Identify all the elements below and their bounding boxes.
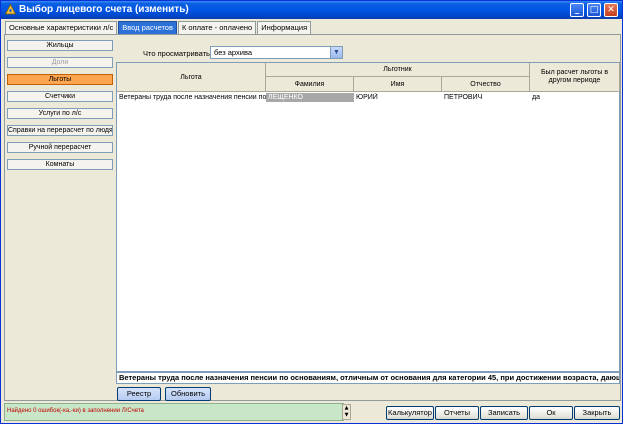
refresh-button[interactable]: Обновить	[165, 387, 211, 401]
sidebar-item-rooms[interactable]: Комнаты	[7, 159, 113, 170]
benefit-description: Ветераны труда после назначения пенсии п…	[116, 372, 620, 384]
filter-value: без архива	[214, 48, 253, 57]
status-bar: Найдено 0 ошибок(-ка,-ки) в заполнении Л…	[4, 403, 344, 421]
sidebar-item-benefits[interactable]: Льготы	[7, 74, 113, 85]
window-title: Выбор лицевого счета (изменить)	[19, 4, 189, 15]
registry-button[interactable]: Реестр	[117, 387, 161, 401]
cell-other-period[interactable]: да	[530, 93, 620, 102]
app-icon	[5, 4, 16, 15]
ok-button[interactable]: Ок	[529, 406, 573, 420]
reports-button[interactable]: Отчеты	[435, 406, 479, 420]
main-window: Выбор лицевого счета (изменить) _ □ ✕ Ос…	[0, 0, 623, 424]
calculator-button[interactable]: Калькулятор	[386, 406, 434, 420]
save-button[interactable]: Записать	[480, 406, 528, 420]
tab-input-calculations[interactable]: Ввод расчетов	[118, 21, 177, 34]
chevron-down-icon[interactable]: ▼	[330, 47, 342, 58]
tab-information[interactable]: Информация	[257, 21, 312, 34]
minimize-button[interactable]: _	[570, 3, 584, 17]
close-button[interactable]: Закрыть	[574, 406, 620, 420]
filter-select[interactable]: без архива ▼	[210, 46, 343, 59]
title-bar[interactable]: Выбор лицевого счета (изменить) _ □ ✕	[1, 1, 622, 19]
sidebar-item-manual-recalc[interactable]: Ручной перерасчет	[7, 142, 113, 153]
tab-strip: Основные характеристики л/с Ввод расчето…	[5, 21, 312, 34]
cell-patronymic[interactable]: ПЕТРОВИЧ	[442, 93, 530, 102]
tab-panel: Жильцы Доли Льготы Счетчики Услуги по л/…	[4, 34, 621, 401]
cell-first-name[interactable]: ЮРИЙ	[354, 93, 442, 102]
header-beneficiary: Льготник	[266, 63, 530, 77]
header-benefit[interactable]: Льгота	[117, 63, 266, 92]
maximize-button[interactable]: □	[587, 3, 601, 17]
header-first-name[interactable]: Имя	[354, 77, 442, 92]
close-window-button[interactable]: ✕	[604, 3, 618, 17]
sidebar-item-shares[interactable]: Доли	[7, 57, 113, 68]
sidebar-item-services[interactable]: Услуги по л/с	[7, 108, 113, 119]
status-scroll[interactable]: ▲ ▼	[342, 404, 351, 420]
sidebar-item-recalc-certificates[interactable]: Справки на перерасчет по людям	[7, 125, 113, 136]
header-other-period[interactable]: Был расчет льготы в другом периоде	[530, 63, 620, 92]
tab-payment[interactable]: К оплате - оплачено	[177, 21, 257, 34]
sidebar-item-residents[interactable]: Жильцы	[7, 40, 113, 51]
cell-last-name[interactable]: ЛЕЩЕНКО	[266, 93, 354, 102]
status-message: Найдено 0 ошибок(-ка,-ки) в заполнении Л…	[7, 408, 144, 414]
header-patronymic[interactable]: Отчество	[442, 77, 530, 92]
benefits-grid: Льгота Льготник Фамилия Имя Отчество Был…	[116, 62, 620, 372]
filter-label: Что просматривать	[143, 49, 210, 58]
tab-main-characteristics[interactable]: Основные характеристики л/с	[5, 21, 118, 34]
cell-benefit[interactable]: Ветераны труда после назначения пенсии п…	[117, 93, 266, 102]
sidebar-item-meters[interactable]: Счетчики	[7, 91, 113, 102]
header-last-name[interactable]: Фамилия	[266, 77, 354, 92]
